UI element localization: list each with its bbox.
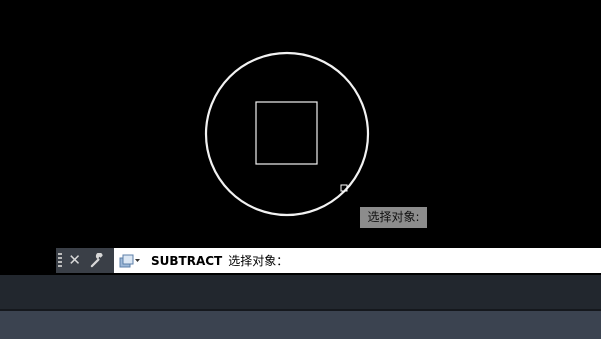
grip-icon[interactable] xyxy=(58,252,63,269)
close-icon[interactable]: ✕ xyxy=(68,253,81,268)
drawing-canvas[interactable] xyxy=(0,0,601,245)
command-input[interactable]: SUBTRACT 选择对象： xyxy=(114,248,601,273)
status-bar xyxy=(0,311,601,339)
status-band xyxy=(0,275,601,309)
wrench-icon[interactable] xyxy=(90,253,105,268)
recent-commands-icon[interactable] xyxy=(119,254,141,268)
command-line-controls: ✕ xyxy=(56,248,114,273)
selection-tooltip: 选择对象: xyxy=(360,207,427,228)
command-name: SUBTRACT xyxy=(151,253,223,268)
command-line: ✕ SUBTRACT 选择对象： xyxy=(56,248,601,273)
square-entity[interactable] xyxy=(255,101,318,165)
command-prompt: 选择对象： xyxy=(228,254,289,268)
